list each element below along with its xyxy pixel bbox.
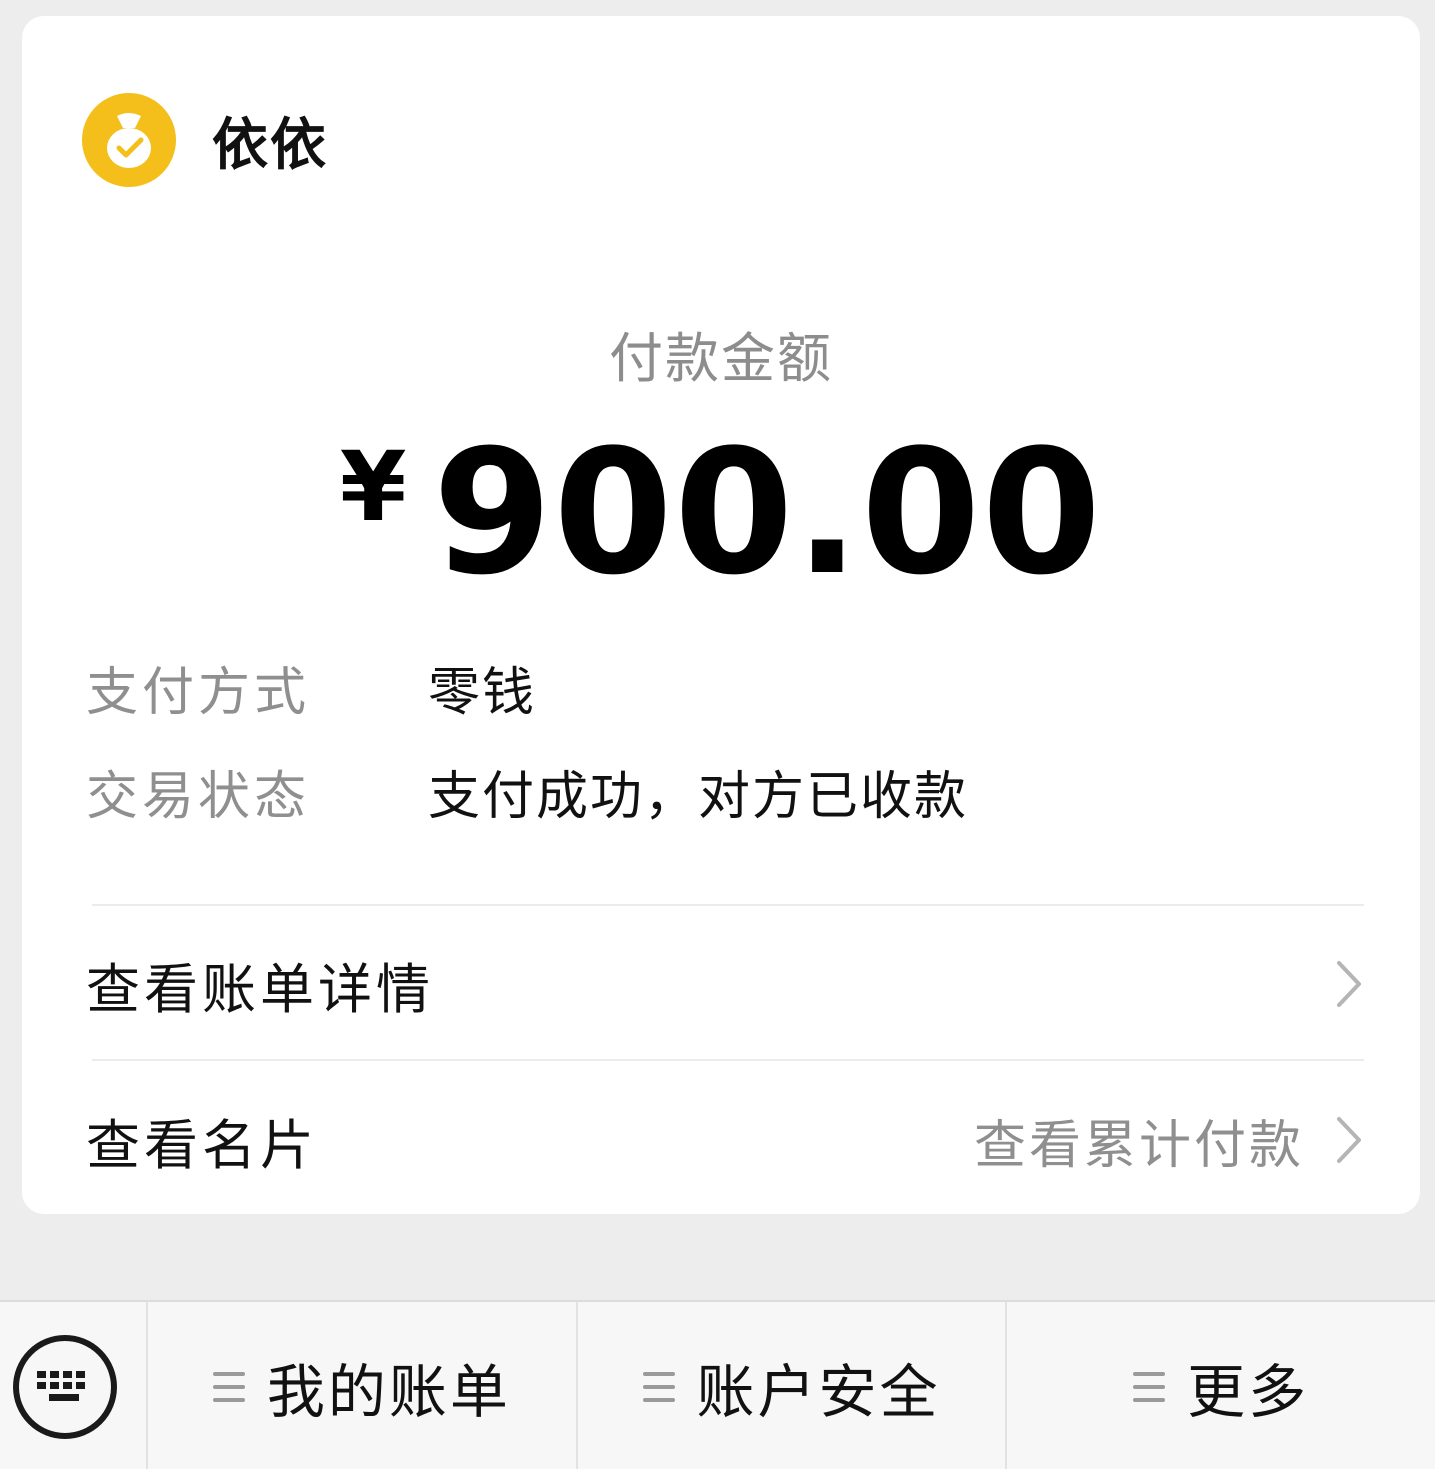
chevron-right-icon <box>1334 956 1368 1012</box>
payment-method-value: 零钱 <box>428 662 537 723</box>
menu-label: 更多 <box>1187 1357 1310 1426</box>
currency-symbol: ¥ <box>339 431 407 543</box>
payment-card: 依依 付款金额 ¥900.00 支付方式 零钱 交易状态 支付成功，对方已收款 … <box>22 16 1420 1214</box>
payment-method-label: 支付方式 <box>86 662 311 723</box>
cumulative-payment-label: 查看累计付款 <box>973 1115 1304 1176</box>
menu-list-icon <box>642 1371 675 1402</box>
business-card-label: 查看名片 <box>86 1113 318 1177</box>
money-bag-icon <box>82 93 176 187</box>
merchant-header[interactable]: 依依 <box>82 92 328 188</box>
menu-list-icon <box>1133 1371 1166 1402</box>
business-card-row[interactable]: 查看名片 查看累计付款 <box>86 1090 1368 1190</box>
payment-result-page: 依依 付款金额 ¥900.00 支付方式 零钱 交易状态 支付成功，对方已收款 … <box>0 0 1435 1469</box>
transaction-status-label: 交易状态 <box>86 766 311 827</box>
divider <box>92 1059 1364 1061</box>
amount-value: 900.00 <box>432 412 1103 613</box>
menu-account-security[interactable]: 账户安全 <box>578 1302 1008 1469</box>
bill-details-link[interactable]: 查看账单详情 <box>86 934 1368 1034</box>
keyboard-icon[interactable] <box>13 1334 117 1439</box>
cumulative-payment-link[interactable]: 查看累计付款 <box>974 1103 1368 1178</box>
menu-label: 账户安全 <box>696 1357 941 1426</box>
amount-label: 付款金额 <box>609 327 833 390</box>
menu-list-icon <box>212 1371 245 1402</box>
bill-details-label: 查看账单详情 <box>86 957 434 1021</box>
transaction-status-row: 交易状态 支付成功，对方已收款 <box>86 756 1386 827</box>
bottom-menu-bar: 我的账单 账户安全 更多 <box>0 1300 1435 1469</box>
menu-label: 我的账单 <box>266 1357 511 1426</box>
divider <box>92 904 1364 906</box>
payment-amount: ¥900.00 <box>22 412 1420 613</box>
merchant-name: 依依 <box>212 112 328 178</box>
menu-my-bills[interactable]: 我的账单 <box>148 1302 578 1469</box>
transaction-status-value: 支付成功，对方已收款 <box>428 766 969 827</box>
keyboard-toggle-cell <box>0 1302 148 1469</box>
menu-more[interactable]: 更多 <box>1007 1302 1435 1469</box>
payment-method-row: 支付方式 零钱 <box>86 652 1386 723</box>
chevron-right-icon <box>1334 1112 1368 1168</box>
